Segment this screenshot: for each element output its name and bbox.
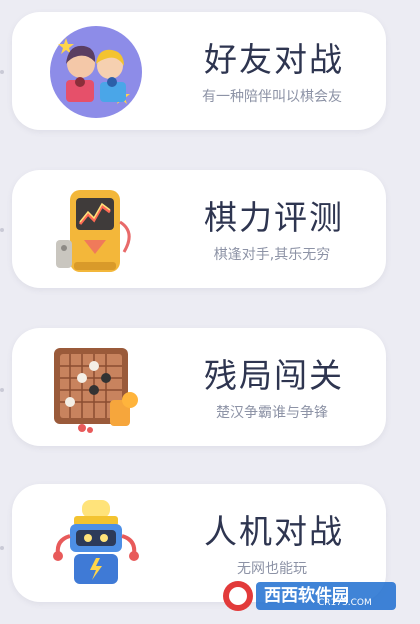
card-title: 好友对战 xyxy=(204,40,344,79)
friends-battle-icon xyxy=(50,26,142,118)
card-subtitle: 楚汉争霸谁与争锋 xyxy=(216,405,328,421)
endgame-challenge-icon xyxy=(54,348,138,433)
friends-battle-card[interactable]: 好友对战 有一种陪伴叫以棋会友 xyxy=(12,12,386,130)
card-subtitle: 棋逢对手,其乐无穷 xyxy=(213,247,331,263)
side-dot xyxy=(0,70,4,74)
watermark-logo: 西西软件园 CR173.COM xyxy=(220,578,400,614)
watermark-url: CR173.COM xyxy=(318,598,372,608)
endgame-challenge-card[interactable]: 残局闯关 楚汉争霸谁与争锋 xyxy=(12,328,386,446)
card-subtitle: 无网也能玩 xyxy=(237,561,307,577)
robot-battle-icon xyxy=(53,500,139,584)
card-title: 人机对战 xyxy=(204,512,344,551)
side-dot xyxy=(0,546,4,550)
chess-skill-test-card[interactable]: 棋力评测 棋逢对手,其乐无穷 xyxy=(12,170,386,288)
side-dot xyxy=(0,228,4,232)
card-subtitle: 有一种陪伴叫以棋会友 xyxy=(202,89,342,105)
side-dot xyxy=(0,388,4,392)
card-title: 棋力评测 xyxy=(204,198,344,237)
chess-skill-test-icon xyxy=(56,190,131,272)
card-title: 残局闯关 xyxy=(204,356,344,395)
